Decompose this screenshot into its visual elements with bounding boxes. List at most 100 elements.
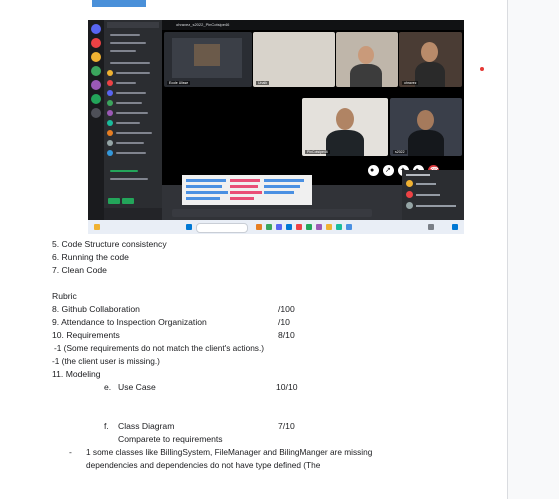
code-line <box>186 191 228 194</box>
embedded-screenshot: ohravez_s2022_PinCotsipe46 Ecole Ulisse … <box>88 20 464 234</box>
avatar <box>107 70 113 76</box>
shared-code-preview <box>182 175 312 205</box>
member-name <box>416 205 456 207</box>
item-10: 10. Requirements <box>52 330 120 340</box>
app-icon[interactable] <box>296 224 302 230</box>
item-9: 9. Attendance to Inspection Organization <box>52 317 207 327</box>
bullet-text-line-1: 1 some classes like BillingSystem, FileM… <box>86 447 373 457</box>
video-tile-participant[interactable] <box>336 32 398 87</box>
person-silhouette <box>350 64 382 87</box>
channel-row <box>110 34 140 36</box>
score-9: /10 <box>278 317 290 327</box>
channel-row <box>116 102 142 104</box>
taskbar-search[interactable] <box>196 223 248 233</box>
app-icon[interactable] <box>276 224 282 230</box>
page-edge-divider <box>507 0 508 499</box>
server-icon <box>91 80 101 90</box>
video-tile-participant[interactable]: s2022 <box>390 98 462 156</box>
camera-icon: ● <box>370 167 375 174</box>
image-fragment-top <box>92 0 146 7</box>
requirement-note-2: -1 (the client user is missing.) <box>52 356 160 366</box>
channel-row <box>110 62 150 64</box>
server-icon <box>91 38 101 48</box>
share-icon: ↗ <box>385 167 391 174</box>
screen-share-button[interactable] <box>122 198 134 204</box>
bullet-dash: - <box>69 447 72 457</box>
subitem-e-label: Use Case <box>118 382 156 392</box>
code-line <box>264 191 294 194</box>
person-face <box>421 42 438 62</box>
tile-label: Unalb <box>256 81 270 85</box>
app-icon[interactable] <box>336 224 342 230</box>
item-8: 8. Github Collaboration <box>52 304 140 314</box>
server-icon <box>91 108 101 118</box>
video-tile-screenshare[interactable]: Ecole Ulisse <box>164 32 252 87</box>
shared-screen-image <box>194 44 220 66</box>
item-7: 7. Clean Code <box>52 265 107 275</box>
tile-label: ohravez <box>402 81 419 85</box>
message-input[interactable] <box>172 209 372 217</box>
channel-row <box>116 132 152 134</box>
code-line <box>186 197 220 200</box>
system-tray-icon[interactable] <box>428 224 434 230</box>
server-icon <box>91 66 101 76</box>
member-list <box>402 170 464 220</box>
code-line <box>264 179 304 182</box>
os-taskbar <box>88 220 464 234</box>
code-line <box>230 197 254 200</box>
channel-row <box>116 152 146 154</box>
avatar <box>107 80 113 86</box>
channel-row <box>110 42 146 44</box>
app-icon[interactable] <box>266 224 272 230</box>
member-avatar <box>406 191 413 198</box>
item-5: 5. Code Structure consistency <box>52 239 167 249</box>
server-icon <box>91 94 101 104</box>
avatar <box>107 90 113 96</box>
item-11: 11. Modeling <box>52 369 101 379</box>
member-name <box>416 194 440 196</box>
start-icon[interactable] <box>186 224 192 230</box>
person-face <box>358 46 374 64</box>
share-screen-button[interactable]: ↗ <box>383 165 394 176</box>
camera-button[interactable] <box>108 198 120 204</box>
code-line <box>230 179 260 182</box>
tile-label: Ecole Ulisse <box>167 81 191 85</box>
member-name <box>416 183 436 185</box>
user-panel <box>104 208 162 220</box>
channel-list <box>104 20 162 220</box>
code-line <box>186 185 222 188</box>
channel-row <box>116 72 150 74</box>
score-10: 8/10 <box>278 330 295 340</box>
app-icon[interactable] <box>316 224 322 230</box>
app-icon[interactable] <box>256 224 262 230</box>
video-tile-participant[interactable]: PinCotsipe46 <box>302 98 388 156</box>
requirement-note-1: -1 (Some requirements do not match the c… <box>54 343 265 353</box>
server-icon <box>91 52 101 62</box>
tile-label: PinCotsipe46 <box>305 150 330 154</box>
channel-row <box>116 142 144 144</box>
code-line <box>230 191 262 194</box>
avatar <box>107 120 113 126</box>
person-silhouette <box>408 130 444 156</box>
app-icon[interactable] <box>306 224 312 230</box>
app-icon[interactable] <box>346 224 352 230</box>
person-face <box>417 110 434 130</box>
score-8: /100 <box>278 304 295 314</box>
bullet-text-line-2: dependencies and dependencies do not hav… <box>86 460 321 470</box>
video-tile-participant[interactable]: Unalb <box>253 32 335 87</box>
camera-toggle-button[interactable]: ● <box>368 165 379 176</box>
weather-icon <box>94 224 100 230</box>
avatar <box>107 110 113 116</box>
channel-row <box>110 50 136 52</box>
channel-header <box>107 22 159 28</box>
person-silhouette <box>326 130 364 156</box>
app-icon[interactable] <box>326 224 332 230</box>
tile-label: s2022 <box>393 150 407 154</box>
member-avatar <box>406 202 413 209</box>
app-icon[interactable] <box>286 224 292 230</box>
score-f: 7/10 <box>278 421 295 431</box>
avatar <box>107 100 113 106</box>
video-tile-participant[interactable]: ohravez <box>399 32 462 87</box>
video-stage: Ecole Ulisse Unalb ohravez PinCotsipe46 … <box>162 30 464 185</box>
notification-icon[interactable] <box>452 224 458 230</box>
